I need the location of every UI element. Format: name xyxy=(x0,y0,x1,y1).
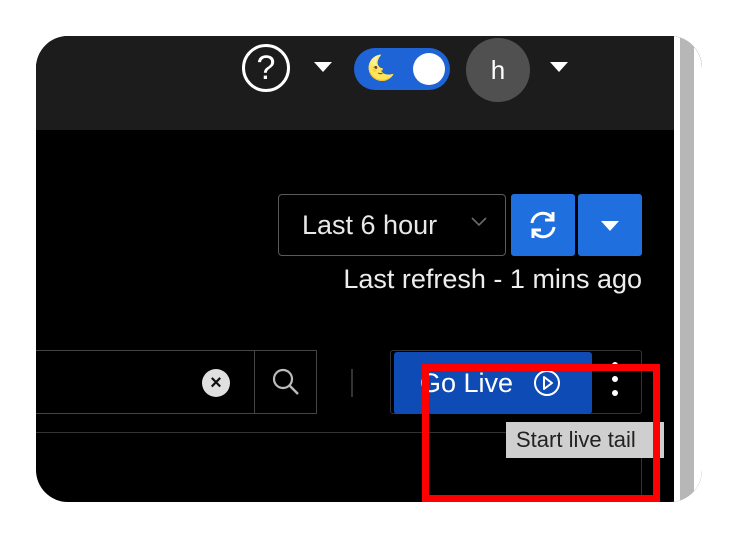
search-button[interactable] xyxy=(254,350,317,414)
moon-icon: 🌜 xyxy=(366,55,396,82)
app-window: ? 🌜 h Last 6 hour Last refresh - 1 mins … xyxy=(36,36,702,502)
time-range-value: Last 6 hour xyxy=(302,209,438,240)
scrollbar[interactable] xyxy=(680,36,694,502)
search-icon xyxy=(272,368,299,395)
user-avatar[interactable]: h xyxy=(466,38,530,102)
caret-down-icon xyxy=(601,221,619,231)
toggle-knob xyxy=(413,53,445,85)
help-menu-chevron-down-icon[interactable] xyxy=(314,62,332,72)
annotation-highlight-box xyxy=(422,364,660,502)
help-button[interactable]: ? xyxy=(242,44,290,92)
chevron-down-icon xyxy=(471,217,487,227)
toolbar-divider xyxy=(351,369,353,397)
clear-icon[interactable]: × xyxy=(202,369,230,397)
time-range-select[interactable]: Last 6 hour xyxy=(278,194,506,256)
theme-toggle[interactable]: 🌜 xyxy=(354,48,450,90)
refresh-icon xyxy=(530,211,556,239)
last-refresh-text: Last refresh - 1 mins ago xyxy=(343,264,642,294)
refresh-interval-dropdown-button[interactable] xyxy=(578,194,642,256)
top-navbar: ? 🌜 h xyxy=(36,36,702,130)
page-edge xyxy=(674,36,702,502)
user-menu-chevron-down-icon[interactable] xyxy=(550,62,568,72)
refresh-button[interactable] xyxy=(511,194,575,256)
help-icon: ? xyxy=(256,48,276,87)
